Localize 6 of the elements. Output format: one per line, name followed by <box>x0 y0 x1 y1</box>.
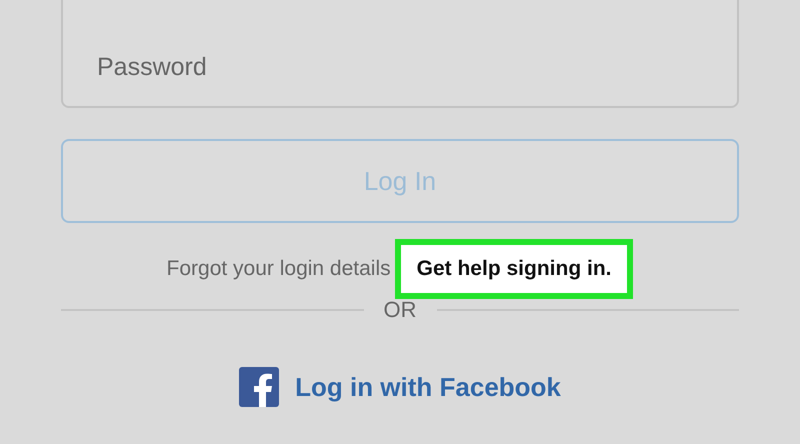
facebook-login-link[interactable]: Log in with Facebook <box>239 367 561 407</box>
help-link[interactable]: Get help signing in. <box>394 239 634 299</box>
password-field[interactable]: Password <box>61 0 739 108</box>
facebook-icon <box>239 367 280 407</box>
or-label: OR <box>384 297 416 323</box>
forgot-text: Forgot your login details <box>166 257 391 281</box>
